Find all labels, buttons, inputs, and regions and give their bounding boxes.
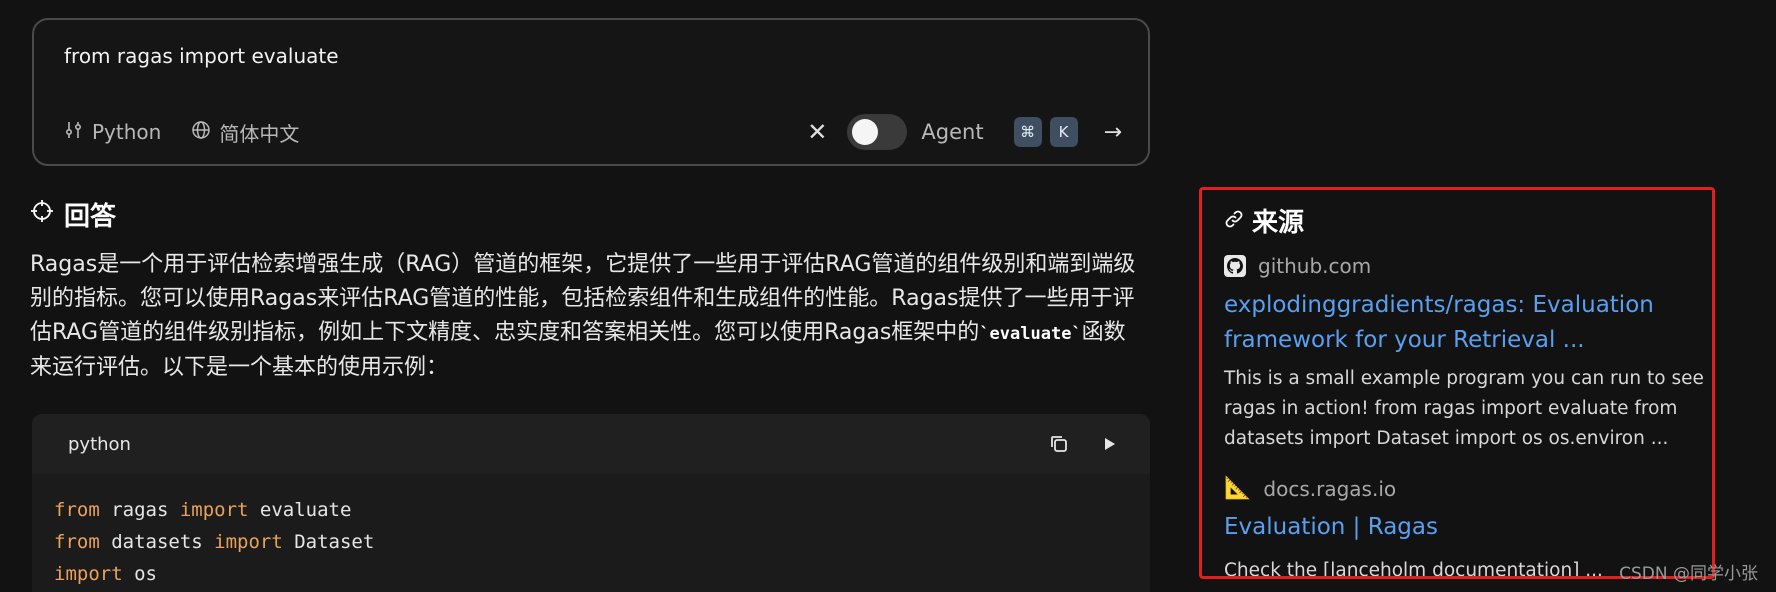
- code-line: from ragas import evaluate: [54, 494, 1128, 526]
- crosshair-icon: [30, 199, 54, 230]
- code-keyword: import: [214, 531, 283, 553]
- github-icon: [1224, 255, 1246, 277]
- agent-toggle[interactable]: [847, 114, 908, 150]
- answer-heading-label: 回答: [64, 202, 117, 232]
- run-play-icon[interactable]: [1098, 433, 1120, 455]
- answer-heading: 回答: [30, 196, 116, 233]
- code-line: from datasets import Dataset: [54, 526, 1128, 558]
- code-block: python from ragas import evaluate from da…: [32, 414, 1150, 592]
- code-token: datasets: [99, 531, 215, 553]
- source-domain-label: github.com: [1258, 254, 1372, 278]
- code-header: python: [32, 414, 1150, 474]
- code-language: python: [68, 433, 131, 455]
- page-root: from ragas import evaluate Python 简体中文 ✕…: [0, 0, 1776, 592]
- shortcut-key-k: K: [1049, 117, 1078, 147]
- source-domain: github.com: [1224, 254, 1371, 278]
- code-keyword: import: [179, 499, 249, 521]
- agent-label: Agent: [921, 120, 984, 144]
- source-title-link[interactable]: explodinggradients/ragas: Evaluation fra…: [1224, 288, 1704, 358]
- triangle-ruler-icon: 📐: [1224, 476, 1252, 501]
- code-body: from ragas import evaluate from datasets …: [32, 474, 1150, 592]
- code-token: Dataset: [282, 531, 375, 553]
- sliders-icon: [64, 120, 84, 145]
- locale-chip[interactable]: 简体中文: [191, 118, 299, 147]
- sources-heading: 来源: [1224, 202, 1304, 239]
- language-chip[interactable]: Python: [64, 120, 161, 145]
- query-box[interactable]: from ragas import evaluate Python 简体中文 ✕…: [32, 18, 1150, 166]
- source-snippet: This is a small example program you can …: [1224, 368, 1704, 449]
- source-domain-label: docs.ragas.io: [1263, 476, 1397, 501]
- query-text[interactable]: from ragas import evaluate: [64, 44, 339, 68]
- link-icon: [1224, 206, 1244, 236]
- inline-code: `evaluate`: [979, 324, 1082, 344]
- source-title-link[interactable]: Evaluation | Ragas: [1224, 510, 1704, 545]
- code-keyword: from: [54, 531, 100, 553]
- code-keyword: from: [54, 499, 100, 521]
- code-token: evaluate: [248, 499, 352, 521]
- language-chip-label: Python: [92, 120, 162, 144]
- globe-icon: [191, 120, 211, 145]
- query-toolbar: Python 简体中文 ✕ Agent ⌘ K →: [64, 112, 1122, 152]
- answer-paragraph: Ragas是一个用于评估检索增强生成（RAG）管道的框架，它提供了一些用于评估R…: [30, 248, 1140, 385]
- shortcut-key-cmd: ⌘: [1013, 117, 1042, 147]
- copy-icon[interactable]: [1048, 433, 1070, 455]
- sources-heading-label: 来源: [1252, 208, 1305, 238]
- locale-chip-label: 简体中文: [219, 121, 300, 146]
- code-token: ragas: [99, 499, 180, 521]
- source-domain: 📐 docs.ragas.io: [1224, 476, 1396, 501]
- answer-text-before: Ragas是一个用于评估检索增强生成（RAG）管道的框架，它提供了一些用于评估R…: [30, 252, 1136, 345]
- code-keyword: import: [54, 563, 123, 585]
- code-line: import os: [54, 558, 1128, 590]
- submit-arrow-button[interactable]: →: [1104, 120, 1122, 145]
- watermark: CSDN @同学小张: [1619, 564, 1758, 584]
- sources-panel: 来源 github.com explodinggradients/ragas: …: [1199, 187, 1715, 579]
- clear-query-button[interactable]: ✕: [807, 118, 827, 146]
- code-token: os: [122, 563, 157, 585]
- toggle-knob: [852, 119, 879, 145]
